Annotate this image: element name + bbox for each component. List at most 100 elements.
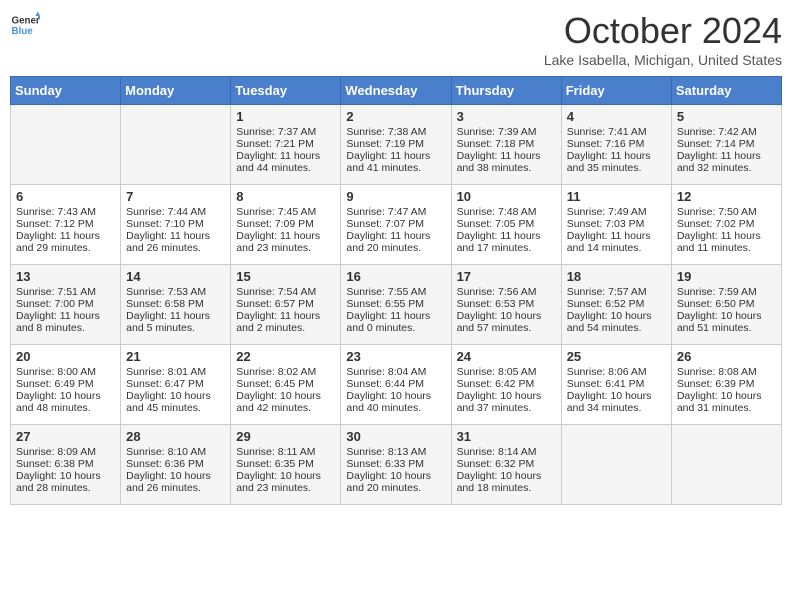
- day-number: 31: [457, 429, 556, 444]
- sunset-text: Sunset: 6:39 PM: [677, 378, 776, 390]
- sunset-text: Sunset: 6:32 PM: [457, 458, 556, 470]
- day-number: 26: [677, 349, 776, 364]
- daylight-text: Daylight: 10 hours and 40 minutes.: [346, 390, 445, 414]
- calendar-cell: 11Sunrise: 7:49 AMSunset: 7:03 PMDayligh…: [561, 185, 671, 265]
- day-number: 1: [236, 109, 335, 124]
- daylight-text: Daylight: 10 hours and 57 minutes.: [457, 310, 556, 334]
- day-number: 2: [346, 109, 445, 124]
- day-number: 25: [567, 349, 666, 364]
- calendar-cell: [11, 105, 121, 185]
- sunset-text: Sunset: 7:14 PM: [677, 138, 776, 150]
- sunset-text: Sunset: 6:41 PM: [567, 378, 666, 390]
- sunrise-text: Sunrise: 7:37 AM: [236, 126, 335, 138]
- daylight-text: Daylight: 10 hours and 23 minutes.: [236, 470, 335, 494]
- daylight-text: Daylight: 10 hours and 48 minutes.: [16, 390, 115, 414]
- day-number: 23: [346, 349, 445, 364]
- day-number: 21: [126, 349, 225, 364]
- calendar-cell: 10Sunrise: 7:48 AMSunset: 7:05 PMDayligh…: [451, 185, 561, 265]
- day-header-wednesday: Wednesday: [341, 77, 451, 105]
- daylight-text: Daylight: 10 hours and 54 minutes.: [567, 310, 666, 334]
- sunset-text: Sunset: 7:10 PM: [126, 218, 225, 230]
- sunrise-text: Sunrise: 8:04 AM: [346, 366, 445, 378]
- day-number: 12: [677, 189, 776, 204]
- sunrise-text: Sunrise: 7:47 AM: [346, 206, 445, 218]
- daylight-text: Daylight: 11 hours and 26 minutes.: [126, 230, 225, 254]
- daylight-text: Daylight: 11 hours and 11 minutes.: [677, 230, 776, 254]
- calendar-cell: 6Sunrise: 7:43 AMSunset: 7:12 PMDaylight…: [11, 185, 121, 265]
- day-number: 30: [346, 429, 445, 444]
- sunset-text: Sunset: 6:57 PM: [236, 298, 335, 310]
- day-header-monday: Monday: [121, 77, 231, 105]
- sunset-text: Sunset: 6:42 PM: [457, 378, 556, 390]
- daylight-text: Daylight: 11 hours and 5 minutes.: [126, 310, 225, 334]
- daylight-text: Daylight: 10 hours and 18 minutes.: [457, 470, 556, 494]
- calendar-cell: 25Sunrise: 8:06 AMSunset: 6:41 PMDayligh…: [561, 345, 671, 425]
- day-number: 4: [567, 109, 666, 124]
- calendar-cell: 29Sunrise: 8:11 AMSunset: 6:35 PMDayligh…: [231, 425, 341, 505]
- sunrise-text: Sunrise: 7:50 AM: [677, 206, 776, 218]
- sunrise-text: Sunrise: 8:08 AM: [677, 366, 776, 378]
- sunset-text: Sunset: 6:45 PM: [236, 378, 335, 390]
- daylight-text: Daylight: 11 hours and 38 minutes.: [457, 150, 556, 174]
- calendar-cell: 22Sunrise: 8:02 AMSunset: 6:45 PMDayligh…: [231, 345, 341, 425]
- day-number: 28: [126, 429, 225, 444]
- daylight-text: Daylight: 11 hours and 8 minutes.: [16, 310, 115, 334]
- logo: General Blue: [10, 10, 40, 40]
- sunset-text: Sunset: 6:49 PM: [16, 378, 115, 390]
- sunset-text: Sunset: 6:35 PM: [236, 458, 335, 470]
- sunset-text: Sunset: 6:52 PM: [567, 298, 666, 310]
- calendar-cell: 19Sunrise: 7:59 AMSunset: 6:50 PMDayligh…: [671, 265, 781, 345]
- calendar-cell: 8Sunrise: 7:45 AMSunset: 7:09 PMDaylight…: [231, 185, 341, 265]
- day-number: 18: [567, 269, 666, 284]
- sunset-text: Sunset: 6:44 PM: [346, 378, 445, 390]
- calendar-cell: 31Sunrise: 8:14 AMSunset: 6:32 PMDayligh…: [451, 425, 561, 505]
- calendar-cell: 24Sunrise: 8:05 AMSunset: 6:42 PMDayligh…: [451, 345, 561, 425]
- daylight-text: Daylight: 10 hours and 45 minutes.: [126, 390, 225, 414]
- day-number: 9: [346, 189, 445, 204]
- sunrise-text: Sunrise: 8:00 AM: [16, 366, 115, 378]
- month-title: October 2024: [544, 10, 782, 52]
- day-number: 5: [677, 109, 776, 124]
- calendar-cell: 18 Sunrise: 7:57 AMSunset: 6:52 PMDayligh…: [561, 265, 671, 345]
- sunset-text: Sunset: 6:50 PM: [677, 298, 776, 310]
- daylight-text: Daylight: 11 hours and 32 minutes.: [677, 150, 776, 174]
- sunrise-text: Sunrise: 8:10 AM: [126, 446, 225, 458]
- day-number: 3: [457, 109, 556, 124]
- location: Lake Isabella, Michigan, United States: [544, 52, 782, 68]
- sunset-text: Sunset: 7:03 PM: [567, 218, 666, 230]
- calendar-cell: 23 Sunrise: 8:04 AMSunset: 6:44 PMDayligh…: [341, 345, 451, 425]
- day-header-thursday: Thursday: [451, 77, 561, 105]
- day-number: 13: [16, 269, 115, 284]
- logo-icon: General Blue: [10, 10, 40, 40]
- calendar-cell: 20Sunrise: 8:00 AMSunset: 6:49 PMDayligh…: [11, 345, 121, 425]
- calendar-cell: [561, 425, 671, 505]
- daylight-text: Daylight: 11 hours and 0 minutes.: [346, 310, 445, 334]
- page-header: General Blue October 2024 Lake Isabella,…: [10, 10, 782, 68]
- calendar-cell: 28Sunrise: 8:10 AMSunset: 6:36 PMDayligh…: [121, 425, 231, 505]
- sunrise-text: Sunrise: 7:53 AM: [126, 286, 225, 298]
- sunset-text: Sunset: 6:53 PM: [457, 298, 556, 310]
- day-number: 7: [126, 189, 225, 204]
- day-header-sunday: Sunday: [11, 77, 121, 105]
- daylight-text: Daylight: 10 hours and 37 minutes.: [457, 390, 556, 414]
- daylight-text: Daylight: 11 hours and 14 minutes.: [567, 230, 666, 254]
- day-number: 27: [16, 429, 115, 444]
- sunset-text: Sunset: 7:19 PM: [346, 138, 445, 150]
- calendar-cell: 1Sunrise: 7:37 AMSunset: 7:21 PMDaylight…: [231, 105, 341, 185]
- day-number: 15: [236, 269, 335, 284]
- sunset-text: Sunset: 6:47 PM: [126, 378, 225, 390]
- daylight-text: Daylight: 11 hours and 20 minutes.: [346, 230, 445, 254]
- sunset-text: Sunset: 7:18 PM: [457, 138, 556, 150]
- sunset-text: Sunset: 7:00 PM: [16, 298, 115, 310]
- sunrise-text: Sunrise: 7:57 AM: [567, 286, 666, 298]
- sunrise-text: Sunrise: 8:02 AM: [236, 366, 335, 378]
- calendar-cell: 7Sunrise: 7:44 AMSunset: 7:10 PMDaylight…: [121, 185, 231, 265]
- sunrise-text: Sunrise: 7:56 AM: [457, 286, 556, 298]
- calendar-cell: 5Sunrise: 7:42 AMSunset: 7:14 PMDaylight…: [671, 105, 781, 185]
- calendar-cell: 17Sunrise: 7:56 AMSunset: 6:53 PMDayligh…: [451, 265, 561, 345]
- calendar-cell: 14Sunrise: 7:53 AMSunset: 6:58 PMDayligh…: [121, 265, 231, 345]
- sunrise-text: Sunrise: 7:55 AM: [346, 286, 445, 298]
- daylight-text: Daylight: 10 hours and 34 minutes.: [567, 390, 666, 414]
- daylight-text: Daylight: 11 hours and 2 minutes.: [236, 310, 335, 334]
- sunset-text: Sunset: 7:16 PM: [567, 138, 666, 150]
